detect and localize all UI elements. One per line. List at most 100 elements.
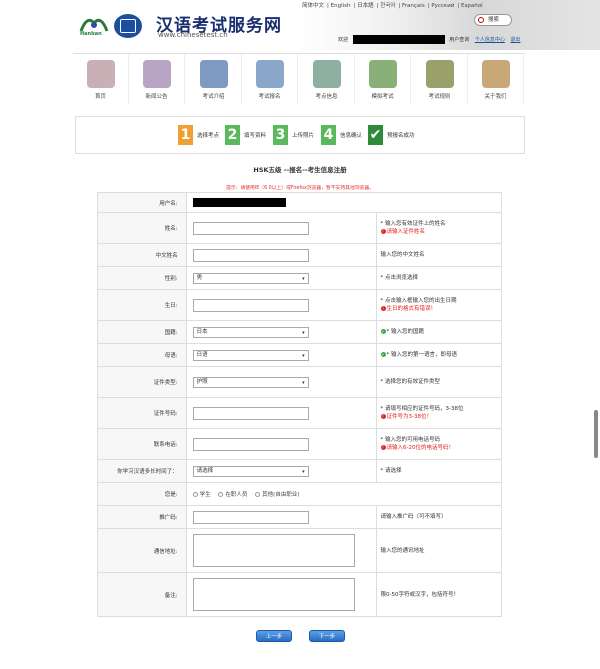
name-input[interactable] [192,221,309,235]
pen-icon [255,60,284,88]
lang-link[interactable]: 日本語 [357,3,374,9]
mother-tongue-tip-cell: ✓ * 输入您的第一语言，即母语 [375,343,503,367]
checkmark-icon: ✔ [368,125,383,145]
personal-center-link[interactable]: 个人信息中心 [475,37,505,43]
site-url: www.chinesetest.cn [158,31,228,39]
select-value: 男 [196,274,203,281]
error-icon: ! [380,445,386,450]
book-icon [199,60,228,88]
error-icon: ! [380,229,386,234]
field-label: 生日: [97,289,187,321]
chinese-name-cell [185,243,377,267]
radio-employed[interactable]: 在职人员 [218,492,247,498]
form-row-remark: 备注: 限0-50字符或汉字，包括符号！ [97,572,503,617]
nav-item-mock-exam[interactable]: 模拟考试 [355,54,411,104]
chevron-down-icon: ▾ [302,329,305,336]
nav-label: 模拟考试 [371,94,394,100]
user-query-link[interactable]: 用户查询 [449,37,469,43]
form-row-mother-tongue: 母语: 日语 ▾ ✓ * 输入您的第一语言，即母语 [97,343,503,367]
nav-item-news[interactable]: 新闻公告 [129,54,185,104]
logout-link[interactable]: 退出 [510,37,520,43]
radio-label: 其他(自由职业) [262,492,300,498]
lang-link[interactable]: Русский [431,3,454,9]
chinese-name-input[interactable] [192,248,309,262]
paper-icon [368,60,397,88]
nav-item-home[interactable]: 首页 [73,54,129,104]
field-tip: 输入您的通讯地址 [375,528,503,573]
phone-tip-cell: * 输入您的可用电话号码 ! 请输入6-20位的电话号码！ [375,428,503,460]
study-time-select[interactable]: 请选择 ▾ [192,465,309,477]
field-tip: * 输入您的国籍 [386,329,425,335]
remark-textarea[interactable] [192,578,355,611]
browser-hint: 提示：请使用IE（6.0以上）或Firefox浏览器，暂不支持其他浏览器。 [226,186,374,191]
error-message: ! 证件号为3-38位！ [380,413,501,421]
id-number-cell [185,397,377,429]
field-tip: 输入您的中文姓名 [375,243,503,267]
id-number-tip-cell: * 请填写相应的证件号码，3-38位 ! 证件号为3-38位！ [375,397,503,429]
search-icon [478,17,484,23]
id-number-input[interactable] [192,406,309,420]
field-label: 您是: [97,482,187,506]
nav-label: 考点信息 [315,94,338,100]
welcome-text: 欢迎 [338,37,349,43]
referral-input[interactable] [192,510,309,524]
radio-other[interactable]: 其他(自由职业) [255,492,299,498]
lang-link[interactable]: Español [461,3,483,9]
form-row-name: 姓名: * 输入您有效证件上的姓名 ! 请输入证件姓名 [97,212,503,244]
error-message: ! 请输入证件姓名 [380,228,501,236]
form-row-address: 通信地址: 输入您的通讯地址 [97,528,503,573]
form-row-birthday: 生日: * 点击输入框输入您的出生日期 ! 生日的格式有错误！ [97,289,503,321]
registration-steps: 1 选择考点 2 填写资料 3 上传照片 4 信息确认 ✔ 预报名成功 [75,116,525,154]
phone-input[interactable] [192,437,309,451]
study-time-cell: 请选择 ▾ [185,459,377,483]
field-label: 你学习汉语多长时间了： [97,459,187,483]
radio-student[interactable]: 学生 [192,492,211,498]
address-textarea[interactable] [192,534,355,567]
error-text: 生日的格式有错误！ [386,306,437,312]
nationality-tip-cell: ✓ * 输入您的国籍 [375,320,503,344]
field-tip: * 点击输入框输入您的出生日期 [380,298,457,304]
nav-item-registration[interactable]: 考试报名 [242,54,298,104]
gender-select[interactable]: 男 ▾ [192,272,309,284]
nav-label: 考试规则 [428,94,451,100]
nav-label: 首页 [94,94,106,100]
chevron-down-icon: ▾ [302,468,305,475]
hanban-logo-text: Hanban [80,31,102,37]
redacted-username-value [192,198,286,207]
lang-link[interactable]: Français [402,3,425,9]
nationality-select[interactable]: 日本 ▾ [192,326,309,338]
lang-link[interactable]: English [331,3,351,9]
chevron-down-icon: ▾ [302,352,305,359]
chevron-down-icon: ▾ [302,379,305,386]
radio-icon [218,492,224,497]
id-type-select[interactable]: 护照 ▾ [192,376,309,388]
nav-item-rules[interactable]: 考试规则 [412,54,468,104]
radio-icon [255,492,261,497]
birthday-input[interactable] [192,298,309,312]
nav-item-exam-intro[interactable]: 考试介绍 [186,54,242,104]
lang-link[interactable]: 简体中文 [302,3,324,9]
rules-icon [425,60,454,88]
select-value: 日语 [196,351,208,358]
lang-link[interactable]: 한국어 [380,3,395,9]
next-step-button[interactable]: 下一步 [309,630,345,642]
nav-item-test-centers[interactable]: 考点信息 [299,54,355,104]
nav-item-about[interactable]: 关于我们 [468,54,524,104]
field-label: 姓名: [97,212,187,244]
mother-tongue-select[interactable]: 日语 ▾ [192,349,309,361]
form-row-referral: 推广码: 请输入推广码（可不填写） [97,505,503,529]
user-bar: 欢迎 用户查询 个人信息中心 退出 [338,35,520,44]
select-value: 日本 [196,328,208,335]
error-message: ! 请输入6-20位的电话号码！ [380,444,501,452]
scrollbar-thumb[interactable] [594,410,598,458]
prev-step-button[interactable]: 上一步 [256,630,292,642]
mother-tongue-cell: 日语 ▾ [185,343,377,367]
birthday-cell [185,289,377,321]
field-label: 通信地址: [97,528,187,573]
chevron-down-icon: ▾ [302,275,305,282]
news-icon [142,60,171,88]
step-label: 预报名成功 [387,133,415,139]
field-tip: * 输入您的第一语言，即母语 [386,352,458,358]
gender-cell: 男 ▾ [185,266,377,290]
field-label: 备注: [97,572,187,617]
